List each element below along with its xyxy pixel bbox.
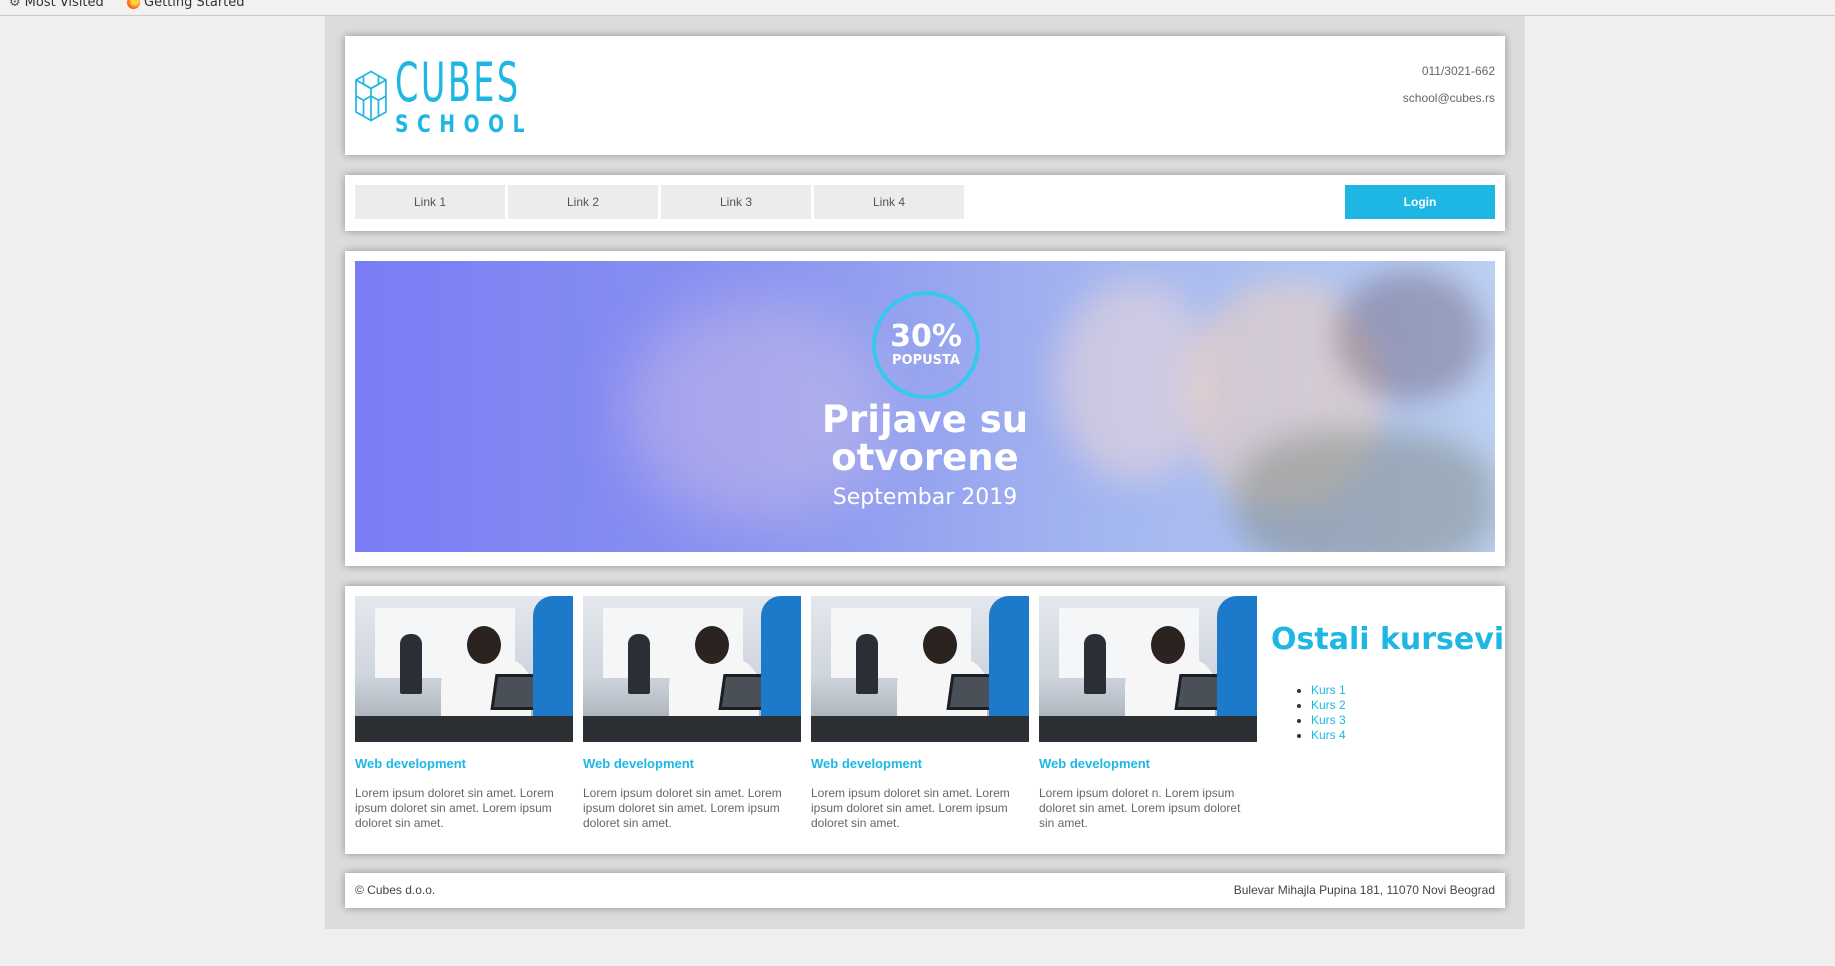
course-link-1[interactable]: Kurs 1 — [1311, 683, 1346, 697]
hero-section: 30% POPUSTA Prijave su otvorene Septemba… — [345, 251, 1505, 566]
logo-subtitle: SCHOOL — [395, 110, 534, 138]
discount-label: POPUSTA — [892, 353, 960, 368]
hero-title-line2: otvorene — [831, 436, 1019, 479]
copyright: © Cubes d.o.o. — [355, 883, 436, 897]
gear-icon: ⚙ — [9, 0, 21, 10]
contact-info: 011/3021-662 school@cubes.rs — [1403, 58, 1495, 112]
bookmark-label: Most Visited — [24, 0, 104, 10]
phone-number: 011/3021-662 — [1421, 64, 1495, 78]
bookmarks-bar: ⚙ Most Visited Getting Started — [0, 0, 1835, 16]
site-header: CUBES SCHOOL 011/3021-662 school@cubes.r… — [345, 36, 1505, 155]
course-link-2[interactable]: Kurs 2 — [1311, 698, 1346, 712]
list-item: Kurs 4 — [1311, 728, 1499, 743]
logo-title: CUBES — [395, 51, 521, 114]
page-container: CUBES SCHOOL 011/3021-662 school@cubes.r… — [325, 16, 1525, 929]
course-link-4[interactable]: Kurs 4 — [1311, 728, 1346, 742]
discount-badge: 30% POPUSTA — [872, 291, 980, 399]
cube-logo-icon — [355, 70, 387, 122]
course-title[interactable]: Web development — [811, 756, 1029, 771]
courses-section: Web development Lorem ipsum doloret sin … — [345, 586, 1505, 854]
discount-percent: 30% — [890, 319, 962, 354]
hero-title-line1: Prijave su — [821, 398, 1029, 441]
course-card: Web development Lorem ipsum doloret sin … — [355, 596, 573, 831]
hero-subtitle: Septembar 2019 — [832, 485, 1018, 510]
logo[interactable]: CUBES SCHOOL — [355, 46, 595, 146]
email-address: school@cubes.rs — [1402, 91, 1495, 105]
other-courses: Ostali kursevi Kurs 1 Kurs 2 Kurs 3 Kurs… — [1271, 622, 1505, 743]
course-description: Lorem ipsum doloret sin amet. Lorem ipsu… — [811, 786, 1010, 830]
nav-link-2[interactable]: Link 2 — [508, 185, 658, 219]
bookmark-getting-started[interactable]: Getting Started — [127, 0, 245, 10]
course-description: Lorem ipsum doloret sin amet. Lorem ipsu… — [355, 786, 554, 830]
course-link-3[interactable]: Kurs 3 — [1311, 713, 1346, 727]
list-item: Kurs 1 — [1311, 683, 1499, 698]
bookmark-most-visited[interactable]: ⚙ Most Visited — [9, 0, 104, 10]
main-nav: Link 1 Link 2 Link 3 Link 4 Login — [345, 175, 1505, 231]
course-card: Web development Lorem ipsum doloret n. L… — [1039, 596, 1257, 831]
course-title[interactable]: Web development — [583, 756, 801, 771]
list-item: Kurs 2 — [1311, 698, 1499, 713]
login-button[interactable]: Login — [1345, 185, 1495, 219]
nav-link-1[interactable]: Link 1 — [355, 185, 505, 219]
address: Bulevar Mihajla Pupina 181, 11070 Novi B… — [1233, 883, 1495, 897]
course-card: Web development Lorem ipsum doloret sin … — [583, 596, 801, 831]
other-courses-list: Kurs 1 Kurs 2 Kurs 3 Kurs 4 — [1311, 683, 1499, 743]
course-image[interactable] — [1039, 596, 1257, 742]
site-footer: © Cubes d.o.o. Bulevar Mihajla Pupina 18… — [345, 873, 1505, 908]
course-title[interactable]: Web development — [1039, 756, 1257, 771]
course-card: Web development Lorem ipsum doloret sin … — [811, 596, 1029, 831]
bookmark-label: Getting Started — [144, 0, 245, 10]
course-description: Lorem ipsum doloret n. Lorem ipsum dolor… — [1039, 786, 1241, 830]
nav-link-3[interactable]: Link 3 — [661, 185, 811, 219]
course-image[interactable] — [811, 596, 1029, 742]
course-image[interactable] — [355, 596, 573, 742]
hero-title: Prijave su otvorene — [755, 401, 1095, 477]
nav-link-4[interactable]: Link 4 — [814, 185, 964, 219]
firefox-icon — [127, 0, 140, 9]
list-item: Kurs 3 — [1311, 713, 1499, 728]
course-image[interactable] — [583, 596, 801, 742]
course-title[interactable]: Web development — [355, 756, 573, 771]
other-courses-title: Ostali kursevi — [1271, 622, 1505, 657]
hero-banner[interactable]: 30% POPUSTA Prijave su otvorene Septemba… — [355, 261, 1495, 552]
course-description: Lorem ipsum doloret sin amet. Lorem ipsu… — [583, 786, 782, 830]
